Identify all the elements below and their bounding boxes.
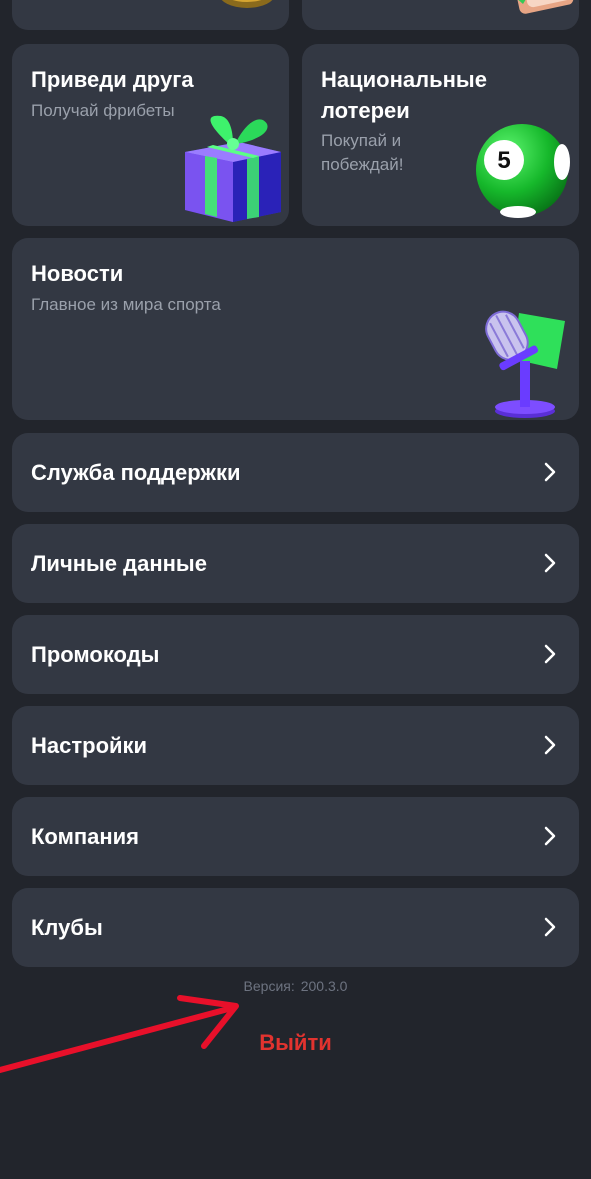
news-subtitle: Главное из мира спорта bbox=[31, 295, 221, 314]
news-title: Новости bbox=[31, 261, 124, 286]
refer-friend-subtitle: Получай фрибеты bbox=[31, 101, 175, 120]
refer-friend-card[interactable]: Приведи друга Получай фрибеты bbox=[12, 44, 289, 226]
gift-icon bbox=[185, 115, 281, 222]
promo-card-top-right-partial[interactable] bbox=[302, 0, 579, 30]
chevron-right-icon bbox=[544, 735, 556, 755]
menu-item-clubs-label: Клубы bbox=[31, 915, 103, 940]
chevron-right-icon bbox=[544, 553, 556, 573]
national-lottery-subtitle: Покупай и побеждай! bbox=[321, 129, 403, 177]
national-lottery-subtitle-line2: побеждай! bbox=[321, 155, 404, 174]
chevron-right-icon bbox=[544, 826, 556, 846]
menu-item-promocodes-label: Промокоды bbox=[31, 642, 160, 667]
lottery-ball-icon: 5 bbox=[476, 124, 570, 218]
menu-item-clubs[interactable]: Клубы bbox=[12, 888, 579, 967]
menu-item-settings[interactable]: Настройки bbox=[12, 706, 579, 785]
news-card[interactable]: Новости Главное из мира спорта bbox=[12, 238, 579, 420]
lottery-ball-number: 5 bbox=[497, 147, 510, 174]
national-lottery-card[interactable]: Национальные лотереи Покупай и побеждай!… bbox=[302, 44, 579, 226]
menu-item-support-label: Служба поддержки bbox=[31, 460, 241, 485]
profile-menu-screen: Приведи друга Получай фрибеты Национальн… bbox=[0, 0, 591, 1179]
menu-item-company[interactable]: Компания bbox=[12, 797, 579, 876]
cards-icon bbox=[515, 0, 577, 14]
menu-item-promocodes[interactable]: Промокоды bbox=[12, 615, 579, 694]
chevron-right-icon bbox=[544, 644, 556, 664]
refer-friend-title: Приведи друга bbox=[31, 67, 194, 92]
menu-item-settings-label: Настройки bbox=[31, 733, 148, 758]
menu-item-company-label: Компания bbox=[31, 824, 140, 849]
menu-item-personal-data-label: Личные данные bbox=[31, 551, 207, 576]
chevron-right-icon bbox=[544, 462, 556, 482]
menu-item-personal-data[interactable]: Личные данные bbox=[12, 524, 579, 603]
trophy-icon bbox=[221, 0, 273, 8]
menu-item-support[interactable]: Служба поддержки bbox=[12, 433, 579, 512]
national-lottery-title: Национальные лотереи bbox=[321, 64, 521, 126]
microphone-icon bbox=[485, 310, 565, 418]
logout-button[interactable]: Выйти bbox=[0, 1030, 591, 1056]
app-version-value: 200.3.0 bbox=[300, 978, 348, 994]
national-lottery-subtitle-line1: Покупай и bbox=[321, 131, 402, 150]
national-lottery-title-text: Национальные лотереи bbox=[321, 67, 487, 123]
promo-card-top-left-partial[interactable] bbox=[12, 0, 289, 30]
chevron-right-icon bbox=[544, 917, 556, 937]
